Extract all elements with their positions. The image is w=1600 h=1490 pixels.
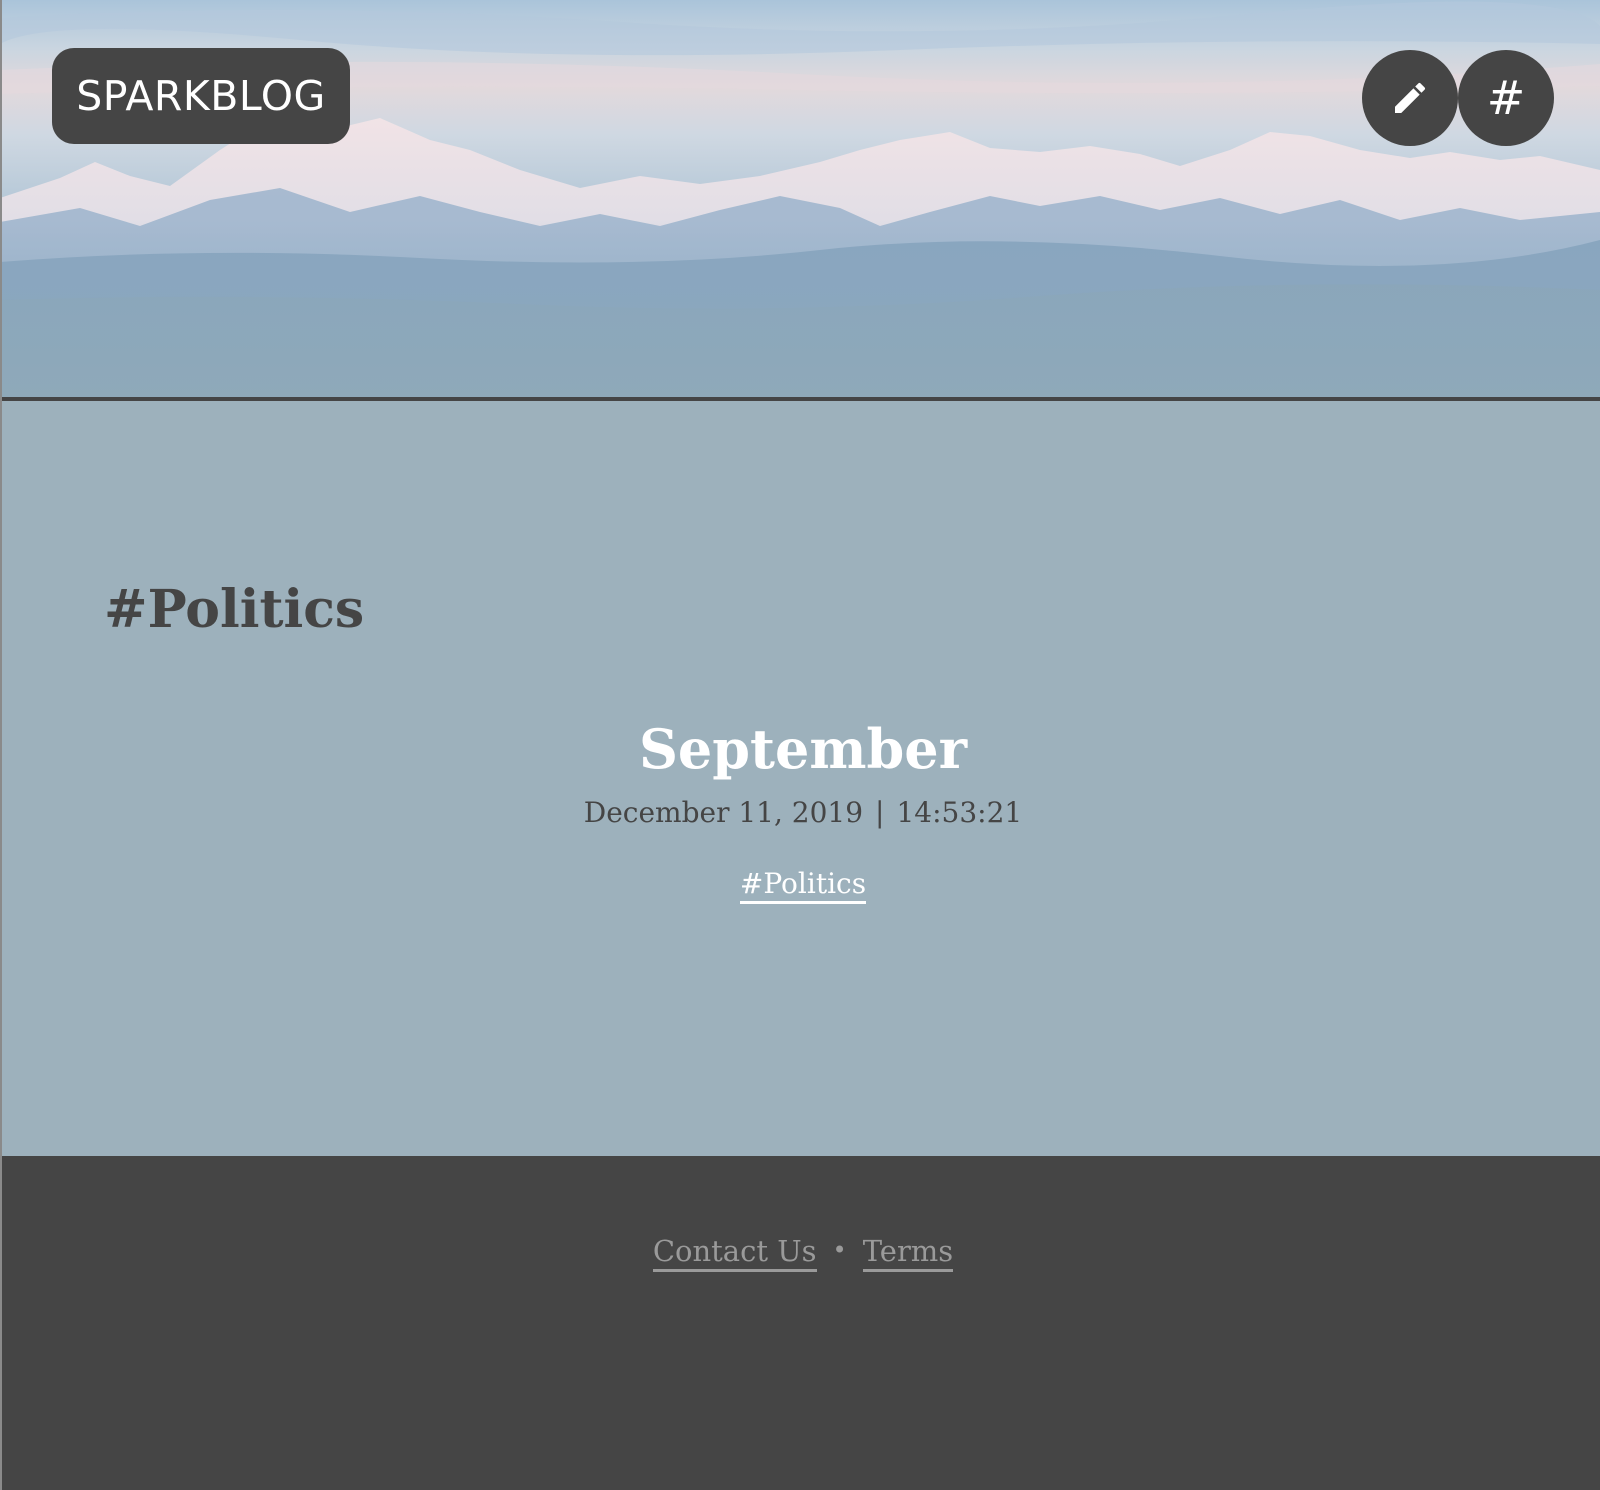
footer-links: Contact Us • Terms — [0, 1234, 1600, 1272]
post-tags: #Politics — [0, 867, 1600, 904]
terms-link[interactable]: Terms — [862, 1234, 954, 1272]
post-meta: December 11, 2019 | 14:53:21 — [0, 796, 1600, 829]
tag-page-heading: #Politics — [104, 579, 365, 640]
post-title-link[interactable]: September — [639, 717, 967, 782]
footer: Contact Us • Terms — [0, 1156, 1600, 1490]
window-left-edge — [0, 0, 2, 1490]
main-content: #Politics September December 11, 2019 | 14… — [0, 401, 1600, 1156]
write-post-button[interactable] — [1362, 50, 1458, 146]
brand-logo-link[interactable]: SPARKBLOG — [52, 48, 350, 144]
post-tag-link[interactable]: #Politics — [739, 867, 867, 904]
post-date: December 11, 2019 — [583, 795, 864, 829]
header-hero: SPARKBLOG # — [0, 0, 1600, 401]
page: SPARKBLOG # #Politics September December… — [0, 0, 1600, 1490]
contact-us-link[interactable]: Contact Us — [652, 1234, 817, 1272]
meta-separator: | — [875, 795, 885, 829]
tags-button[interactable]: # — [1458, 50, 1554, 146]
pencil-icon — [1395, 82, 1426, 113]
post-time: 14:53:21 — [896, 795, 1023, 829]
hash-icon: # — [1486, 71, 1526, 125]
post-item: September December 11, 2019 | 14:53:21 #Po… — [0, 717, 1600, 904]
footer-bullet-separator: • — [832, 1236, 847, 1264]
